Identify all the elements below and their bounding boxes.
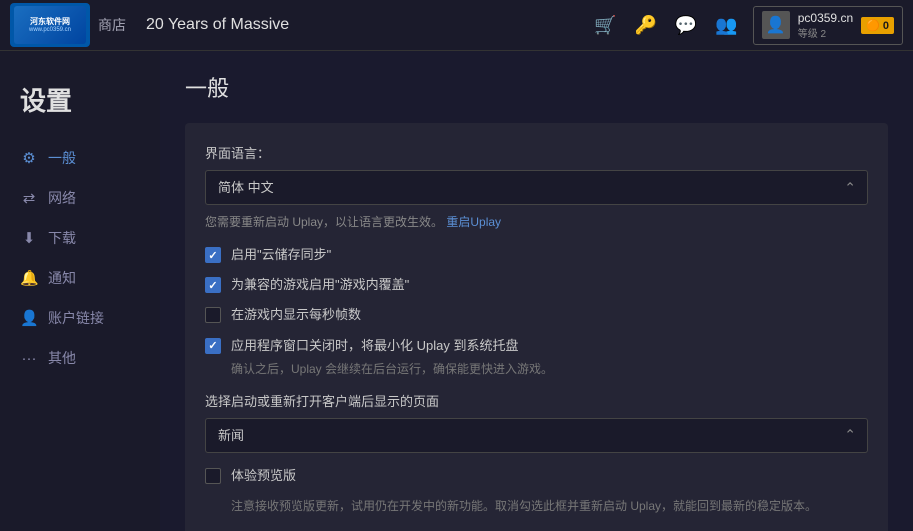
checkbox-cloud-sync-row: 启用"云储存同步" <box>205 246 868 264</box>
startup-select[interactable]: 新闻 <box>205 418 868 453</box>
logo: 河东软件网 www.pc0359.cn <box>10 3 90 47</box>
store-link[interactable]: 商店 <box>98 15 126 35</box>
sidebar-title: 设置 <box>0 71 160 138</box>
startup-selector-wrapper: 新闻 ⌃ <box>205 418 868 453</box>
network-icon: ⇄ <box>20 189 38 207</box>
section-title: 一般 <box>185 71 888 103</box>
language-selector-wrapper: 简体 中文 ⌃ <box>205 170 868 205</box>
checkbox-cloud-sync[interactable] <box>205 247 221 263</box>
checkbox-minimize[interactable] <box>205 338 221 354</box>
chat-icon[interactable]: 💬 <box>675 15 697 36</box>
sidebar-label-account: 账户链接 <box>48 308 104 328</box>
sidebar-item-network[interactable]: ⇄ 网络 <box>0 178 160 218</box>
settings-card: 界面语言： 简体 中文 ⌃ 您需要重新启动 Uplay，以让语言更改生效。 重启… <box>185 123 888 531</box>
friends-icon[interactable]: 👥 <box>715 15 737 36</box>
language-select[interactable]: 简体 中文 <box>205 170 868 205</box>
gear-icon: ⚙ <box>20 149 38 167</box>
user-points: 🟠 0 <box>861 17 894 34</box>
checkbox-cloud-sync-label: 启用"云储存同步" <box>231 246 331 264</box>
checkbox-overlay-row: 为兼容的游戏启用"游戏内覆盖" <box>205 276 868 294</box>
nav-icons: 🛒 🔑 💬 👥 <box>594 15 738 36</box>
minimize-note: 确认之后，Uplay 会继续在后台运行，确保能更快进入游戏。 <box>231 360 868 377</box>
sidebar-item-download[interactable]: ⬇ 下载 <box>0 218 160 258</box>
avatar: 👤 <box>762 11 790 39</box>
checkbox-overlay[interactable] <box>205 277 221 293</box>
sidebar-label-network: 网络 <box>48 188 76 208</box>
sidebar: 设置 ⚙ 一般 ⇄ 网络 ⬇ 下载 🔔 通知 👤 账户链接 ··· 其他 <box>0 51 160 531</box>
main-layout: 设置 ⚙ 一般 ⇄ 网络 ⬇ 下载 🔔 通知 👤 账户链接 ··· 其他 一般 <box>0 51 913 531</box>
checkbox-fps-label: 在游戏内显示每秒帧数 <box>231 306 361 324</box>
download-icon: ⬇ <box>20 229 38 247</box>
language-label: 界面语言： <box>205 143 868 162</box>
checkbox-overlay-label: 为兼容的游戏启用"游戏内覆盖" <box>231 276 409 294</box>
sidebar-label-notify: 通知 <box>48 268 76 288</box>
topnav: 河东软件网 www.pc0359.cn 商店 20 Years of Massi… <box>0 0 913 51</box>
sidebar-item-general[interactable]: ⚙ 一般 <box>0 138 160 178</box>
cart-icon[interactable]: 🛒 <box>594 15 616 36</box>
logo-text: 河东软件网 <box>30 17 70 27</box>
sidebar-item-notify[interactable]: 🔔 通知 <box>0 258 160 298</box>
checkbox-minimize-row: 应用程序窗口关闭时，将最小化 Uplay 到系统托盘 <box>205 337 868 355</box>
more-icon: ··· <box>20 350 38 367</box>
checkbox-preview-row: 体验预览版 <box>205 467 868 485</box>
page-title: 20 Years of Massive <box>146 16 594 34</box>
user-name: pc0359.cn <box>798 11 853 25</box>
account-icon: 👤 <box>20 309 38 327</box>
sidebar-item-other[interactable]: ··· 其他 <box>0 338 160 378</box>
content-area: 一般 界面语言： 简体 中文 ⌃ 您需要重新启动 Uplay，以让语言更改生效。… <box>160 51 913 531</box>
user-info: pc0359.cn 等级 2 <box>798 11 853 40</box>
user-menu[interactable]: 👤 pc0359.cn 等级 2 🟠 0 <box>753 6 903 45</box>
checkbox-fps[interactable] <box>205 307 221 323</box>
logo-url: www.pc0359.cn <box>29 27 71 33</box>
startup-label: 选择启动或重新打开客户端后显示的页面 <box>205 391 868 410</box>
checkbox-preview-label: 体验预览版 <box>231 467 296 485</box>
checkbox-preview[interactable] <box>205 468 221 484</box>
sidebar-label-other: 其他 <box>48 348 76 368</box>
sidebar-label-general: 一般 <box>48 148 76 168</box>
bell-icon: 🔔 <box>20 269 38 287</box>
restart-link[interactable]: 重启Uplay <box>446 215 501 229</box>
checkbox-minimize-label: 应用程序窗口关闭时，将最小化 Uplay 到系统托盘 <box>231 337 518 355</box>
user-level: 等级 2 <box>798 25 853 40</box>
key-icon[interactable]: 🔑 <box>634 15 656 36</box>
checkbox-fps-row: 在游戏内显示每秒帧数 <box>205 306 868 324</box>
restart-note: 您需要重新启动 Uplay，以让语言更改生效。 重启Uplay <box>205 213 868 230</box>
preview-note: 注意接收预览版更新，试用仍在开发中的新功能。取消勾选此框并重新启动 Uplay，… <box>231 497 868 514</box>
sidebar-label-download: 下载 <box>48 228 76 248</box>
sidebar-item-account[interactable]: 👤 账户链接 <box>0 298 160 338</box>
